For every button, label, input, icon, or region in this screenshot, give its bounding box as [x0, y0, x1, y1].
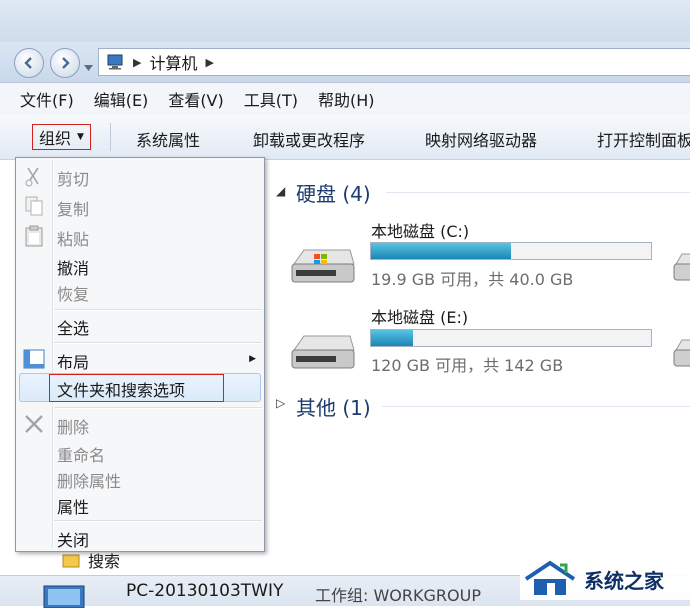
group-divider — [382, 406, 690, 407]
drive-c-usage-fill — [371, 243, 511, 259]
menu-separator — [54, 520, 262, 522]
chevron-down-icon — [84, 65, 93, 71]
group-other-label: 其他 (1) — [296, 396, 371, 420]
menu-delete[interactable]: 删除 — [57, 414, 89, 438]
arrow-right-icon — [62, 57, 70, 69]
navigation-bar: ▶ 计算机 ▶ — [0, 42, 690, 83]
drive-e-usage-bar — [370, 329, 652, 347]
menu-undo[interactable]: 撤消 — [57, 255, 89, 279]
open-control-panel-button[interactable]: 打开控制面板 — [597, 127, 690, 151]
menu-gutter — [52, 160, 54, 548]
watermark: 系统之家 — [520, 558, 690, 600]
scissors-icon — [25, 167, 39, 187]
organize-button[interactable]: 组织 ▼ — [32, 124, 91, 150]
menu-paste[interactable]: 粘贴 — [57, 226, 89, 250]
hard-drive-windows-icon — [291, 249, 355, 283]
drive-e-name: 本地磁盘 (E:) — [371, 308, 469, 327]
house-logo-icon — [524, 560, 576, 595]
search-folder-icon — [62, 554, 80, 568]
organize-menu: 剪切 复制 粘贴 撤消 恢复 全选 布局 ▶ 文件夹和搜索选项 删除 重命名 删… — [15, 157, 265, 552]
drive-c-info: 19.9 GB 可用，共 40.0 GB — [371, 270, 574, 289]
drive-e-usage-fill — [371, 330, 413, 346]
recent-pages-dropdown[interactable] — [84, 56, 93, 75]
breadcrumb-arrow-icon[interactable]: ▶ — [205, 56, 213, 69]
arrow-left-icon — [24, 57, 32, 69]
menu-cut[interactable]: 剪切 — [57, 166, 89, 190]
watermark-text: 系统之家 — [584, 568, 664, 593]
layout-icon — [23, 349, 45, 369]
workgroup-label: 工作组: WORKGROUP — [315, 586, 481, 605]
menu-redo[interactable]: 恢复 — [57, 281, 89, 305]
collapse-triangle-icon[interactable]: ◢ — [276, 184, 285, 198]
computer-icon — [107, 54, 123, 70]
forward-button[interactable] — [50, 48, 80, 78]
menu-separator — [54, 407, 262, 409]
command-divider — [110, 123, 111, 151]
menu-tools[interactable]: 工具(T) — [234, 87, 308, 111]
address-bar[interactable]: ▶ 计算机 ▶ — [98, 48, 690, 76]
chevron-down-icon: ▼ — [77, 132, 84, 142]
organize-label: 组织 — [39, 129, 72, 148]
group-other[interactable]: ▷ 其他 (1) — [276, 392, 371, 421]
drive-c-usage-bar — [370, 242, 652, 260]
window-titlebar — [0, 0, 690, 42]
breadcrumb-arrow-icon[interactable]: ▶ — [133, 56, 141, 69]
system-properties-button[interactable]: 系统属性 — [136, 127, 200, 151]
delete-x-icon — [25, 415, 43, 433]
copy-icon — [25, 196, 43, 216]
hard-drive-icon[interactable] — [672, 250, 690, 284]
menu-file[interactable]: 文件(F) — [10, 87, 84, 111]
pc-name: PC-20130103TWIY — [126, 581, 284, 601]
group-divider — [386, 192, 690, 193]
menu-remove-properties[interactable]: 删除属性 — [57, 468, 121, 492]
menu-select-all[interactable]: 全选 — [57, 315, 89, 339]
command-bar: 组织 ▼ 系统属性 卸载或更改程序 映射网络驱动器 打开控制面板 — [0, 115, 690, 160]
hard-drive-icon — [291, 335, 355, 369]
paste-icon — [25, 225, 43, 247]
drive-e-info: 120 GB 可用，共 142 GB — [371, 356, 564, 375]
hard-drive-icon[interactable] — [672, 336, 690, 370]
computer-icon — [43, 585, 85, 608]
back-button[interactable] — [14, 48, 44, 78]
group-hard-disks-label: 硬盘 (4) — [296, 182, 371, 206]
menu-folder-options[interactable]: 文件夹和搜索选项 — [57, 377, 185, 401]
menu-close[interactable]: 关闭 — [57, 527, 89, 551]
drive-c-name: 本地磁盘 (C:) — [371, 222, 470, 241]
map-network-drive-button[interactable]: 映射网络驱动器 — [425, 127, 537, 151]
menu-edit[interactable]: 编辑(E) — [84, 87, 159, 111]
uninstall-program-button[interactable]: 卸载或更改程序 — [253, 127, 365, 151]
group-hard-disks[interactable]: ◢ 硬盘 (4) — [276, 178, 371, 207]
menu-properties[interactable]: 属性 — [57, 494, 89, 518]
menu-layout[interactable]: 布局 — [57, 349, 89, 373]
expand-triangle-icon[interactable]: ▷ — [276, 396, 285, 410]
menu-rename[interactable]: 重命名 — [57, 442, 105, 466]
breadcrumb-computer[interactable]: 计算机 — [149, 50, 197, 74]
submenu-arrow-icon: ▶ — [249, 354, 256, 364]
menu-copy[interactable]: 复制 — [57, 196, 89, 220]
menu-separator — [54, 309, 262, 311]
menu-help[interactable]: 帮助(H) — [308, 87, 385, 111]
menu-bar: 文件(F) 编辑(E) 查看(V) 工具(T) 帮助(H) — [0, 83, 690, 116]
menu-view[interactable]: 查看(V) — [158, 87, 233, 111]
menu-separator — [54, 342, 262, 344]
